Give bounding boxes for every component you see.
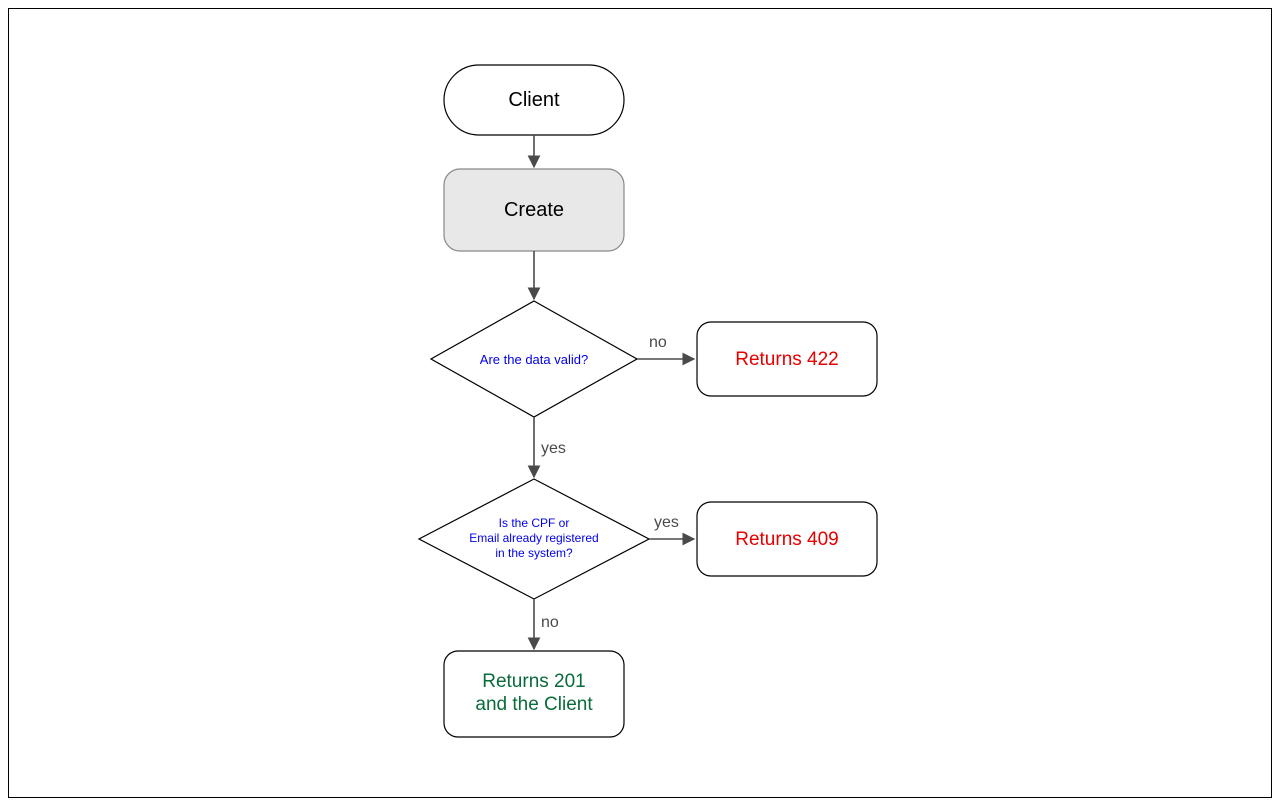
return-422-label: Returns 422 [735, 349, 839, 370]
node-return-201: Returns 201 and the Client [444, 651, 624, 737]
return-201-line1: Returns 201 [482, 671, 586, 692]
node-return-409: Returns 409 [697, 502, 877, 576]
create-label: Create [504, 199, 564, 221]
label-valid-yes: yes [541, 440, 566, 457]
label-valid-no: no [649, 334, 667, 351]
node-valid: Are the data valid? [431, 301, 637, 417]
dup-label-line2: Email already registered [469, 531, 598, 545]
dup-label-line3: in the system? [495, 546, 573, 560]
label-dup-no: no [541, 614, 559, 631]
node-return-422: Returns 422 [697, 322, 877, 396]
diagram-frame: Client Create Are the data valid? no Ret… [8, 8, 1272, 798]
node-client: Client [444, 65, 624, 135]
return-409-label: Returns 409 [735, 529, 839, 550]
client-label: Client [508, 89, 560, 111]
flowchart-svg: Client Create Are the data valid? no Ret… [9, 9, 1273, 799]
label-dup-yes: yes [654, 514, 679, 531]
node-dup: Is the CPF or Email already registered i… [419, 479, 649, 599]
node-create: Create [444, 169, 624, 251]
valid-label: Are the data valid? [480, 352, 588, 367]
dup-label-line1: Is the CPF or [499, 516, 570, 530]
return-201-line2: and the Client [475, 694, 593, 715]
